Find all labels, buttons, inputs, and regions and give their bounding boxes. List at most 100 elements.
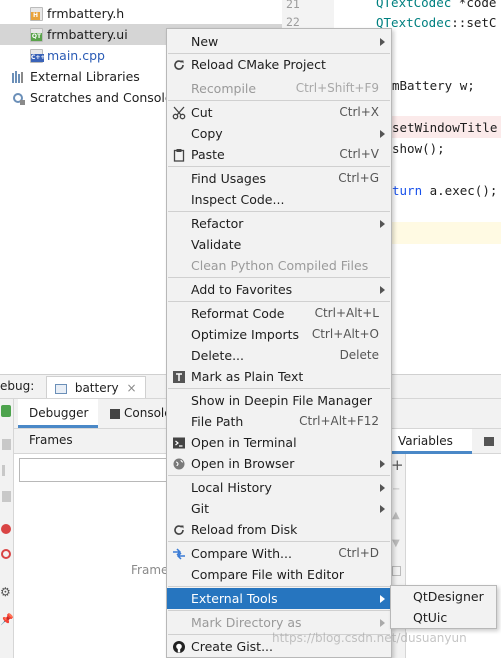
code-text: show();	[392, 141, 445, 156]
menu-item-label: Reformat Code	[191, 306, 285, 321]
tree-item-external-libraries[interactable]: External Libraries	[12, 66, 140, 87]
scratches-icon	[12, 91, 26, 105]
menu-item-open-in-browser[interactable]: Open in Browser	[167, 453, 391, 474]
rerun-icon[interactable]	[1, 405, 11, 417]
menu-item-shortcut: Ctrl+D	[338, 546, 379, 560]
menu-item-external-tools[interactable]: External Tools	[167, 588, 391, 609]
close-icon[interactable]: ×	[126, 381, 136, 395]
tab-console[interactable]: Console	[104, 399, 172, 428]
tree-item-frmbattery-h[interactable]: frmbattery.h	[30, 3, 124, 24]
menu-item-compare-file-editor[interactable]: Compare File with Editor	[167, 564, 391, 585]
resume-icon[interactable]	[2, 439, 11, 450]
tree-item-label: External Libraries	[30, 69, 140, 84]
settings-icon[interactable]: ⚙	[0, 585, 11, 599]
menu-item-local-history[interactable]: Local History	[167, 477, 391, 498]
menu-separator	[168, 211, 390, 212]
session-icon	[55, 383, 67, 394]
menu-item-label: Copy	[191, 126, 223, 141]
tab-variables[interactable]: Variables	[388, 429, 472, 454]
submenu-arrow-icon	[380, 130, 385, 138]
tree-item-label: Scratches and Consoles	[30, 90, 180, 105]
thread-selector[interactable]	[19, 458, 167, 482]
frames-header-label: Frames	[29, 433, 73, 447]
globe-icon	[172, 456, 186, 470]
menu-item-delete[interactable]: Delete... Delete	[167, 345, 391, 366]
external-libraries-icon	[12, 70, 26, 83]
code-text: *code	[451, 0, 497, 10]
code-line: mBattery w;	[392, 78, 475, 93]
menu-item-label: Compare With...	[191, 546, 292, 561]
submenu-arrow-icon	[380, 619, 385, 627]
menu-item-reformat-code[interactable]: Reformat Code Ctrl+Alt+L	[167, 303, 391, 324]
tree-item-main-cpp[interactable]: main.cpp	[30, 45, 105, 66]
menu-item-refactor[interactable]: Refactor	[167, 213, 391, 234]
frames-panel: Frame	[14, 454, 169, 658]
github-icon	[172, 639, 186, 653]
menu-item-validate[interactable]: Validate	[167, 234, 391, 255]
menu-item-mark-plain-text[interactable]: Mark as Plain Text	[167, 366, 391, 387]
code-type: QTextCodec	[376, 0, 452, 10]
menu-item-git[interactable]: Git	[167, 498, 391, 519]
code-line: turn a.exec();	[392, 183, 497, 198]
menu-item-new[interactable]: New	[167, 31, 391, 52]
menu-item-show-in-file-manager[interactable]: Show in Deepin File Manager	[167, 390, 391, 411]
mute-breakpoints-icon[interactable]	[1, 549, 11, 559]
menu-separator	[168, 388, 390, 389]
code-line: show();	[392, 141, 445, 156]
menu-item-optimize-imports[interactable]: Optimize Imports Ctrl+Alt+O	[167, 324, 391, 345]
menu-item-label: Show in Deepin File Manager	[191, 393, 373, 408]
menu-item-file-path[interactable]: File Path Ctrl+Alt+F12	[167, 411, 391, 432]
menu-item-label: Delete...	[191, 348, 244, 363]
pin-icon[interactable]: 📌	[0, 613, 14, 626]
menu-item-label: Clean Python Compiled Files	[191, 258, 369, 273]
menu-item-recompile[interactable]: Recompile Ctrl+Shift+F9	[167, 78, 391, 99]
stop-icon[interactable]	[2, 491, 11, 502]
menu-item-label: Compare File with Editor	[191, 567, 345, 582]
tab-label: Console	[124, 406, 172, 420]
menu-item-label: External Tools	[191, 591, 278, 606]
cpp-file-icon	[30, 48, 44, 63]
menu-item-reload-cmake[interactable]: Reload CMake Project	[167, 54, 391, 75]
terminal-icon	[172, 435, 186, 449]
move-up-icon[interactable]: ▲	[392, 510, 400, 521]
menu-item-shortcut: Ctrl+Shift+F9	[295, 81, 379, 95]
submenu-item-label: QtUic	[413, 610, 448, 625]
menu-item-mark-directory[interactable]: Mark Directory as	[167, 612, 391, 633]
submenu-item-qtuic[interactable]: QtUic	[391, 607, 496, 628]
copy-icon[interactable]	[392, 566, 401, 576]
menu-item-open-terminal[interactable]: Open in Terminal	[167, 432, 391, 453]
debug-session-tab[interactable]: battery ×	[46, 376, 146, 398]
menu-item-label: Cut	[191, 105, 213, 120]
code-line: setWindowTitle	[392, 120, 497, 135]
menu-item-copy[interactable]: Copy	[167, 123, 391, 144]
menu-item-clean-python[interactable]: Clean Python Compiled Files	[167, 255, 391, 276]
menu-item-compare-with[interactable]: Compare With... Ctrl+D	[167, 543, 391, 564]
menu-item-reload-from-disk[interactable]: Reload from Disk	[167, 519, 391, 540]
code-text: mBattery w;	[392, 78, 475, 93]
menu-separator	[168, 301, 390, 302]
qt-ui-file-icon	[30, 27, 43, 42]
frames-empty-text: Frame	[131, 563, 169, 577]
menu-item-shortcut: Ctrl+G	[338, 171, 379, 185]
add-watch-icon[interactable]: +	[391, 456, 404, 474]
menu-item-label: Inspect Code...	[191, 192, 285, 207]
menu-separator	[168, 277, 390, 278]
menu-item-shortcut: Ctrl+Alt+F12	[299, 414, 379, 428]
console-icon	[110, 408, 120, 419]
menu-separator	[168, 610, 390, 611]
remove-watch-icon[interactable]: −	[392, 484, 400, 495]
menu-item-paste[interactable]: Paste Ctrl+V	[167, 144, 391, 165]
tab-debugger[interactable]: Debugger	[18, 399, 98, 428]
menu-separator	[168, 166, 390, 167]
menu-item-cut[interactable]: Cut Ctrl+X	[167, 102, 391, 123]
pause-icon[interactable]	[2, 465, 5, 476]
menu-item-add-to-favorites[interactable]: Add to Favorites	[167, 279, 391, 300]
menu-item-inspect-code[interactable]: Inspect Code...	[167, 189, 391, 210]
tree-item-scratches[interactable]: Scratches and Consoles	[12, 87, 179, 108]
move-down-icon[interactable]: ▼	[392, 538, 400, 549]
submenu-item-qtdesigner[interactable]: QtDesigner	[391, 586, 496, 607]
watermark: https://blog.csdn.net/dusuanyun	[272, 631, 467, 645]
clipboard-icon	[172, 147, 186, 162]
menu-item-find-usages[interactable]: Find Usages Ctrl+G	[167, 168, 391, 189]
breakpoints-icon[interactable]	[1, 524, 11, 534]
